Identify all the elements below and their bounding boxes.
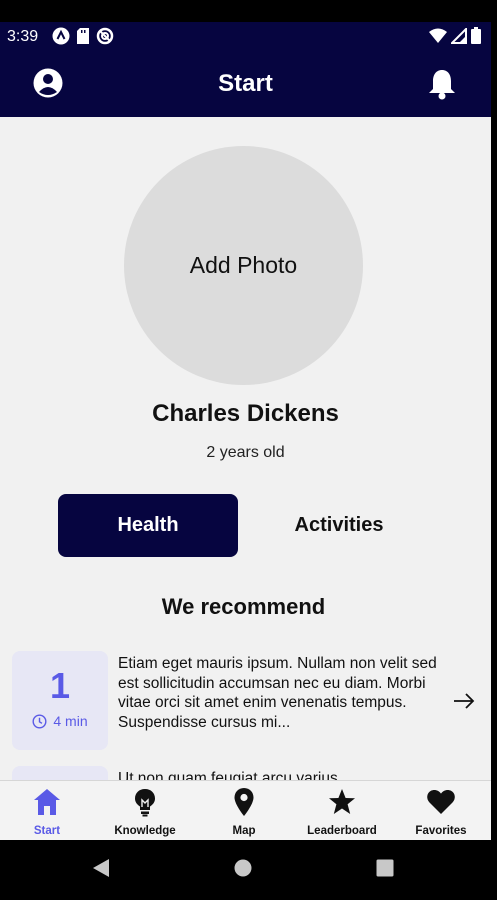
arrow-right-icon[interactable] [452,689,476,713]
recommendation-text: Etiam eget mauris ipsum. Nullam non veli… [118,654,446,732]
recents-icon[interactable] [376,859,394,877]
recommendation-badge [12,766,108,780]
bottom-navigation: Start Knowledge Map Leaderboard Favorite… [0,780,491,840]
notification-a-icon [52,27,70,45]
add-photo-label: Add Photo [189,252,298,278]
recommendation-duration: 4 min [12,713,108,729]
recommendation-badge: 1 4 min [12,651,108,750]
nav-map-label: Map [232,825,256,837]
nav-leaderboard[interactable]: Leaderboard [293,781,391,841]
nav-map[interactable]: Map [195,781,293,841]
app-bar: Start [0,52,491,117]
nav-knowledge-label: Knowledge [114,825,176,837]
nav-favorites[interactable]: Favorites [392,781,490,841]
star-icon [329,789,355,814]
lightbulb-icon [135,789,155,817]
tab-activities[interactable]: Activities [248,494,430,557]
tab-activities-label: Activities [294,514,384,536]
status-right-icons [429,27,481,44]
nav-favorites-label: Favorites [415,825,467,837]
wifi-icon [429,28,447,43]
heart-icon [427,790,455,814]
recommendation-duration-text: 4 min [53,713,88,729]
nav-start[interactable]: Start [0,781,96,841]
battery-icon [471,27,481,44]
recommendation-text-body: Ut non quam feugiat arcu varius [118,770,338,780]
nav-knowledge[interactable]: Knowledge [96,781,194,841]
map-pin-icon [234,788,254,816]
system-navigation-bar [0,840,497,900]
tab-health-label: Health [117,514,179,536]
do-not-disturb-icon [96,27,114,45]
clock-icon [32,713,47,729]
tab-health[interactable]: Health [58,494,238,557]
status-left-icons [52,27,114,45]
nav-start-label: Start [33,825,61,837]
recommendation-number: 1 [49,665,71,706]
profile-age: 2 years old [206,444,285,461]
home-icon [34,789,60,815]
profile-name: Charles Dickens [152,400,339,427]
back-icon[interactable] [92,858,110,878]
top-black-strip [0,0,497,22]
recommendation-card[interactable]: 1 4 min Etiam eget mauris ipsum. Nullam … [0,651,491,751]
sd-card-icon [77,28,89,44]
recommendation-card[interactable]: Ut non quam feugiat arcu varius [0,766,491,780]
status-bar: 3:39 [0,22,491,52]
main-content: Add Photo Charles Dickens 2 years old He… [0,117,491,780]
recommendation-text-body: Etiam eget mauris ipsum. Nullam non veli… [118,655,437,731]
bell-icon[interactable] [427,68,457,100]
add-photo-button[interactable]: Add Photo [124,146,363,385]
recommend-title: We recommend [161,594,326,619]
recommendation-text: Ut non quam feugiat arcu varius [118,769,446,780]
nav-leaderboard-label: Leaderboard [307,825,377,837]
home-button-icon[interactable] [234,859,252,877]
page-title: Start [218,70,273,97]
right-edge-strip [491,22,497,840]
signal-icon [451,27,467,44]
status-time: 3:39 [7,28,39,45]
